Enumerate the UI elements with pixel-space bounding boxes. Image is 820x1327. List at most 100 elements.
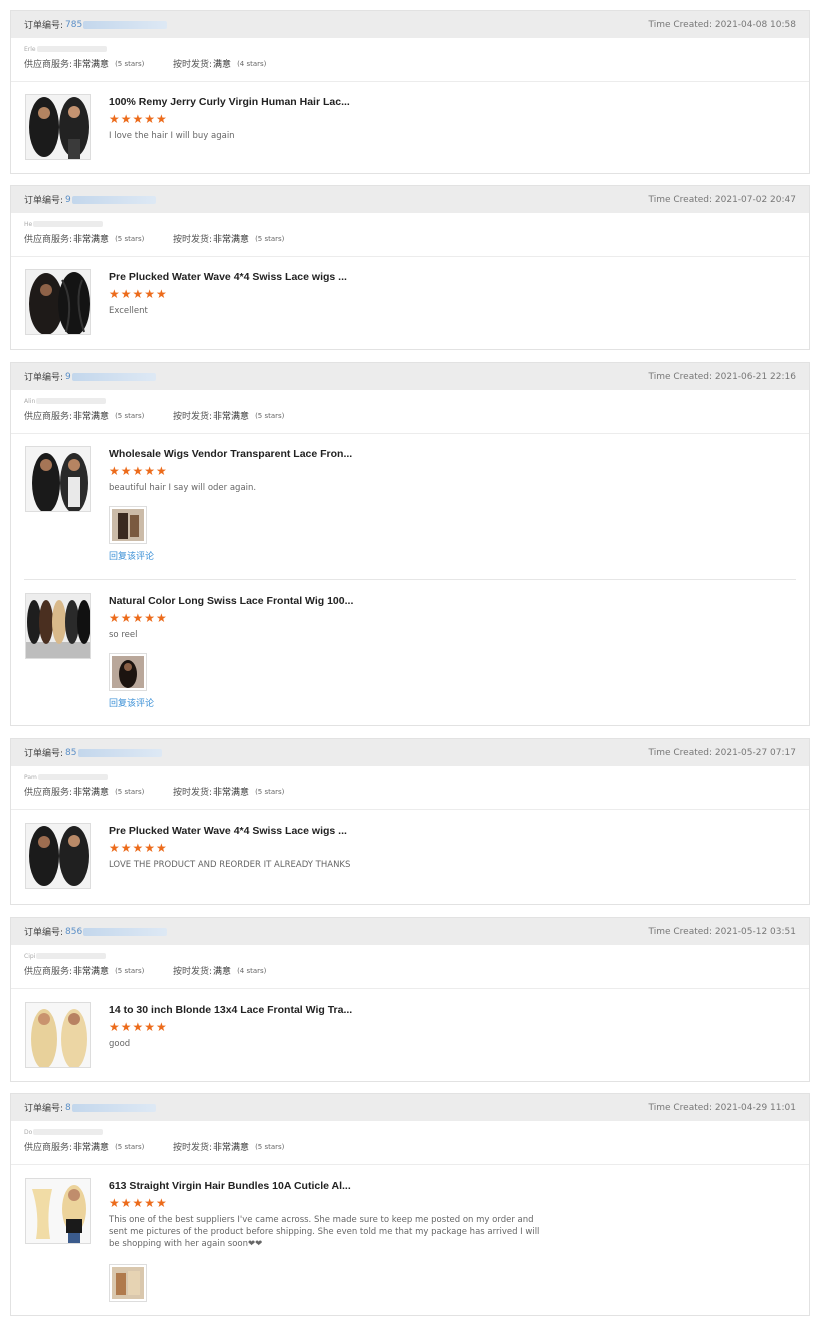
supplier-service-rating: 供应商服务: 非常满意 (5 stars) xyxy=(24,411,145,423)
product-thumbnail[interactable] xyxy=(25,94,91,160)
shipping-rating: 按时发货: 非常满意 (5 stars) xyxy=(173,411,285,423)
review-item: Natural Color Long Swiss Lace Frontal Wi… xyxy=(24,579,796,724)
buyer-name: Pam xyxy=(24,772,796,782)
shipping-rating: 按时发货: 非常满意 (5 stars) xyxy=(173,1142,285,1154)
review-stars: ★★★★★ xyxy=(109,1020,168,1034)
review-comment: Excellent xyxy=(109,306,148,316)
order-header: 订单编号: 856 Time Created: 2021-05-12 03:51 xyxy=(11,918,809,945)
buyer-name: Do xyxy=(24,1127,796,1137)
review-comment: This one of the best suppliers I've came… xyxy=(109,1215,540,1249)
seller-ratings: 供应商服务: 非常满意 (5 stars) 按时发货: 非常满意 (5 stars) xyxy=(24,1140,796,1154)
review-stars: ★★★★★ xyxy=(109,287,168,301)
order-number-label: 订单编号: xyxy=(24,749,64,759)
reply-link[interactable]: 回复该评论 xyxy=(109,696,796,709)
buyer-info: Do 供应商服务: 非常满意 (5 stars) 按时发货: 非常满意 (5 stars… xyxy=(11,1121,809,1165)
product-thumbnail[interactable] xyxy=(25,269,91,335)
time-created: Time Created: 2021-04-29 11:01 xyxy=(648,1102,797,1113)
order-number-label: 订单编号: xyxy=(24,928,64,938)
product-thumbnail[interactable] xyxy=(25,1002,91,1068)
buyer-info: Alin 供应商服务: 非常满意 (5 stars) 按时发货: 非常满意 (5 sta… xyxy=(11,390,809,434)
redacted-order-number xyxy=(77,748,162,757)
review-item: Pre Plucked Water Wave 4*4 Swiss Lace wi… xyxy=(24,810,796,902)
review-item: 14 to 30 inch Blonde 13x4 Lace Frontal W… xyxy=(24,989,796,1081)
order-number: 订单编号: 9 xyxy=(24,370,156,383)
review-stars: ★★★★★ xyxy=(109,611,168,625)
review-item: 100% Remy Jerry Curly Virgin Human Hair … xyxy=(24,82,796,174)
review-comment: good xyxy=(109,1039,131,1049)
supplier-service-rating: 供应商服务: 非常满意 (5 stars) xyxy=(24,966,145,978)
product-title[interactable]: Wholesale Wigs Vendor Transparent Lace F… xyxy=(109,447,796,461)
review-stars: ★★★★★ xyxy=(109,112,168,126)
review-comment: LOVE THE PRODUCT AND REORDER IT ALREADY … xyxy=(109,860,351,870)
order-number: 订单编号: 856 xyxy=(24,925,168,938)
time-created: Time Created: 2021-07-02 20:47 xyxy=(648,194,797,205)
time-created: Time Created: 2021-06-21 22:16 xyxy=(648,371,797,382)
supplier-service-rating: 供应商服务: 非常满意 (5 stars) xyxy=(24,59,145,71)
order-number-label: 订单编号: xyxy=(24,21,64,31)
buyer-name: He xyxy=(24,219,796,229)
reply-link[interactable]: 回复该评论 xyxy=(109,549,796,562)
product-title[interactable]: Natural Color Long Swiss Lace Frontal Wi… xyxy=(109,594,796,608)
order-card: 订单编号: 85 Time Created: 2021-05-27 07:17 … xyxy=(10,738,810,905)
product-thumbnail[interactable] xyxy=(25,593,91,659)
review-stars: ★★★★★ xyxy=(109,464,168,478)
review-photo[interactable] xyxy=(109,653,147,691)
product-thumbnail[interactable] xyxy=(25,1178,91,1244)
supplier-service-rating: 供应商服务: 非常满意 (5 stars) xyxy=(24,234,145,246)
order-number-link[interactable]: 9 xyxy=(65,372,71,382)
order-header: 订单编号: 85 Time Created: 2021-05-27 07:17 xyxy=(11,739,809,766)
buyer-info: Cipi 供应商服务: 非常满意 (5 stars) 按时发货: 满意 (4 stars… xyxy=(11,945,809,989)
seller-ratings: 供应商服务: 非常满意 (5 stars) 按时发货: 非常满意 (5 stars) xyxy=(24,232,796,246)
seller-ratings: 供应商服务: 非常满意 (5 stars) 按时发货: 非常满意 (5 stars) xyxy=(24,409,796,423)
time-created: Time Created: 2021-05-12 03:51 xyxy=(648,926,797,937)
redacted-order-number xyxy=(83,927,168,936)
redacted-order-number xyxy=(83,20,168,29)
redacted-order-number xyxy=(71,195,156,204)
shipping-rating: 按时发货: 非常满意 (5 stars) xyxy=(173,787,285,799)
product-title[interactable]: 14 to 30 inch Blonde 13x4 Lace Frontal W… xyxy=(109,1003,796,1017)
shipping-rating: 按时发货: 满意 (4 stars) xyxy=(173,59,267,71)
buyer-info: He 供应商服务: 非常满意 (5 stars) 按时发货: 非常满意 (5 stars… xyxy=(11,213,809,257)
review-comment: I love the hair I will buy again xyxy=(109,131,235,141)
order-number-link[interactable]: 856 xyxy=(65,927,82,937)
shipping-rating: 按时发货: 非常满意 (5 stars) xyxy=(173,234,285,246)
order-number-link[interactable]: 85 xyxy=(65,748,76,758)
order-card: 订单编号: 9 Time Created: 2021-07-02 20:47 H… xyxy=(10,185,810,350)
order-number-label: 订单编号: xyxy=(24,373,64,383)
review-item: 613 Straight Virgin Hair Bundles 10A Cut… xyxy=(24,1165,796,1315)
product-title[interactable]: 100% Remy Jerry Curly Virgin Human Hair … xyxy=(109,95,796,109)
order-header: 订单编号: 8 Time Created: 2021-04-29 11:01 xyxy=(11,1094,809,1121)
buyer-name: Cipi xyxy=(24,951,796,961)
order-card: 订单编号: 785 Time Created: 2021-04-08 10:58… xyxy=(10,10,810,174)
order-number-label: 订单编号: xyxy=(24,1104,64,1114)
review-item: Wholesale Wigs Vendor Transparent Lace F… xyxy=(24,434,796,579)
product-thumbnail[interactable] xyxy=(25,446,91,512)
buyer-name: Alin xyxy=(24,396,796,406)
review-photo[interactable] xyxy=(109,506,147,544)
review-photo[interactable] xyxy=(109,1264,147,1302)
order-number: 订单编号: 9 xyxy=(24,193,156,206)
product-title[interactable]: Pre Plucked Water Wave 4*4 Swiss Lace wi… xyxy=(109,824,796,838)
order-header: 订单编号: 785 Time Created: 2021-04-08 10:58 xyxy=(11,11,809,38)
buyer-info: Erle 供应商服务: 非常满意 (5 stars) 按时发货: 满意 (4 stars… xyxy=(11,38,809,82)
order-number-link[interactable]: 785 xyxy=(65,20,82,30)
product-title[interactable]: 613 Straight Virgin Hair Bundles 10A Cut… xyxy=(109,1179,796,1193)
supplier-service-rating: 供应商服务: 非常满意 (5 stars) xyxy=(24,787,145,799)
order-header: 订单编号: 9 Time Created: 2021-06-21 22:16 xyxy=(11,363,809,390)
buyer-info: Pam 供应商服务: 非常满意 (5 stars) 按时发货: 非常满意 (5 star… xyxy=(11,766,809,810)
order-header: 订单编号: 9 Time Created: 2021-07-02 20:47 xyxy=(11,186,809,213)
product-title[interactable]: Pre Plucked Water Wave 4*4 Swiss Lace wi… xyxy=(109,270,796,284)
time-created: Time Created: 2021-05-27 07:17 xyxy=(648,747,797,758)
time-created: Time Created: 2021-04-08 10:58 xyxy=(648,19,797,30)
order-card: 订单编号: 9 Time Created: 2021-06-21 22:16 A… xyxy=(10,362,810,726)
order-number-link[interactable]: 9 xyxy=(65,195,71,205)
shipping-rating: 按时发货: 满意 (4 stars) xyxy=(173,966,267,978)
product-thumbnail[interactable] xyxy=(25,823,91,889)
order-number: 订单编号: 785 xyxy=(24,18,168,31)
supplier-service-rating: 供应商服务: 非常满意 (5 stars) xyxy=(24,1142,145,1154)
seller-ratings: 供应商服务: 非常满意 (5 stars) 按时发货: 满意 (4 stars) xyxy=(24,964,796,978)
seller-ratings: 供应商服务: 非常满意 (5 stars) 按时发货: 满意 (4 stars) xyxy=(24,57,796,71)
order-number-link[interactable]: 8 xyxy=(65,1103,71,1113)
redacted-order-number xyxy=(71,1103,156,1112)
redacted-order-number xyxy=(71,372,156,381)
